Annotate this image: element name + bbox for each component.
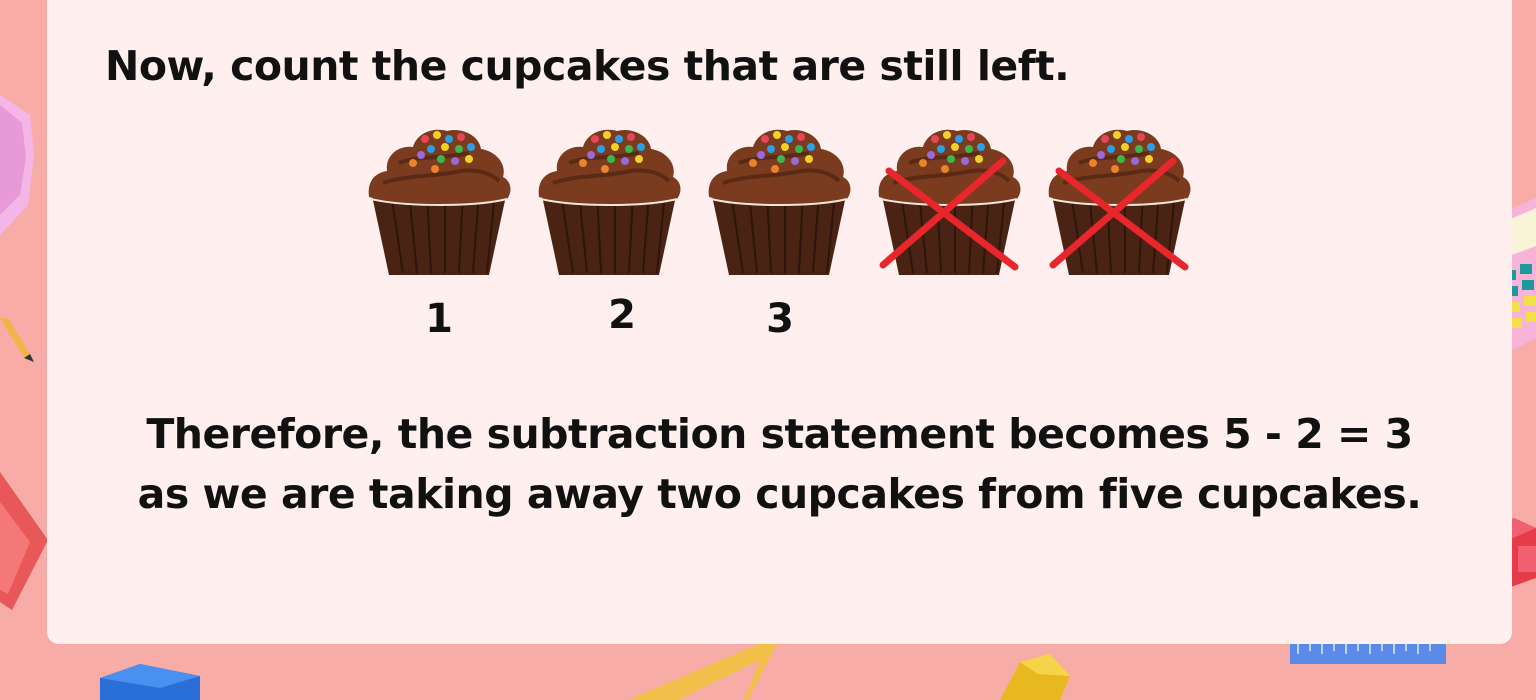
yellow-gem-icon (1000, 654, 1070, 700)
red-gem-icon (0, 472, 48, 610)
ruler-icon (1290, 644, 1446, 664)
lesson-card: Now, count the cupcakes that are still l… (47, 0, 1512, 644)
blue-cube-icon (100, 664, 200, 700)
statement-line-2: as we are taking away two cupcakes from … (137, 470, 1422, 518)
count-label-1: 1 (425, 296, 453, 342)
statement-line-1: Therefore, the subtraction statement bec… (146, 410, 1413, 458)
cupcake-icon (538, 129, 681, 275)
cupcake-icon (1048, 129, 1191, 275)
cupcake-icon (708, 129, 851, 275)
count-label-2: 2 (608, 292, 636, 338)
pencil-icon (0, 318, 34, 362)
cupcake-icon (878, 129, 1021, 275)
instruction-heading: Now, count the cupcakes that are still l… (105, 42, 1070, 90)
pink-crystal-icon (0, 95, 34, 235)
count-label-3: 3 (766, 296, 794, 342)
cupcake-icon (368, 129, 511, 275)
